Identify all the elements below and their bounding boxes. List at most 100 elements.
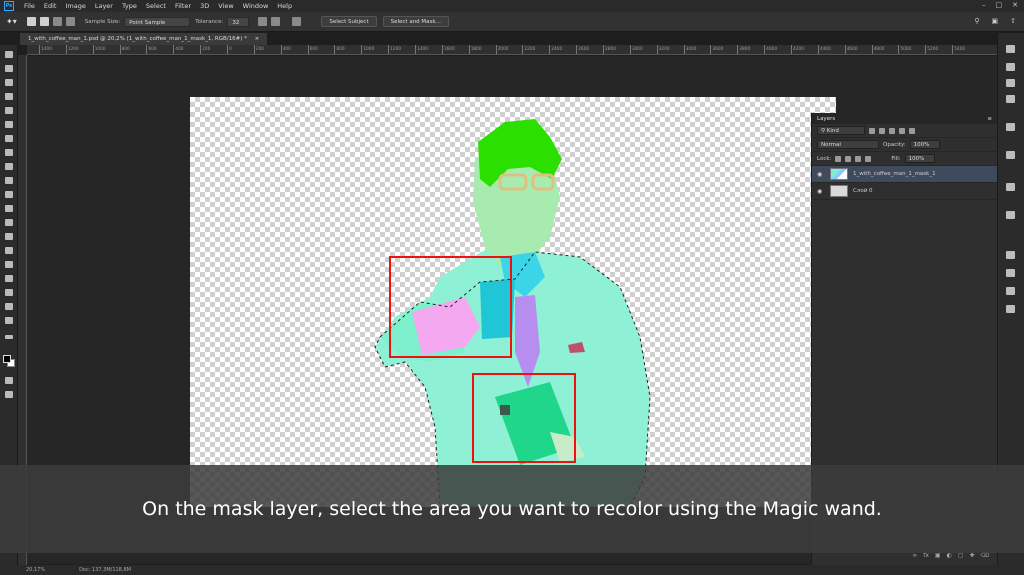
ruler-tick: 2200 (522, 45, 536, 54)
lock-transparent-icon[interactable] (835, 155, 842, 162)
ruler-tick: 800 (334, 45, 345, 54)
select-and-mask-button[interactable]: Select and Mask... (382, 16, 449, 27)
doc-size: Doc: 137,3M/118,8M (79, 567, 131, 573)
blend-mode-select[interactable]: Normal (817, 140, 879, 149)
menu-window[interactable]: Window (243, 2, 269, 10)
menu-image[interactable]: Image (65, 2, 85, 10)
menu-type[interactable]: Type (122, 2, 137, 10)
link-layers-icon[interactable]: ∞ (912, 552, 917, 559)
new-group-icon[interactable]: ▢ (958, 552, 964, 559)
fx-icon[interactable]: fx (923, 552, 929, 559)
fill-input[interactable]: 100% (904, 154, 935, 163)
tolerance-input[interactable]: 32 (227, 16, 250, 27)
move-tool-icon[interactable] (5, 51, 13, 58)
eyedropper-tool-icon[interactable] (5, 121, 13, 128)
lock-position-icon[interactable] (855, 155, 862, 162)
eraser-tool-icon[interactable] (5, 191, 13, 198)
menu-filter[interactable]: Filter (175, 2, 191, 10)
type-filter-icon[interactable] (889, 127, 895, 134)
close-icon[interactable]: ✕ (1012, 1, 1018, 9)
add-to-selection-icon[interactable] (39, 17, 49, 26)
kind-filter-select[interactable]: ⚲ Kind (817, 126, 865, 135)
channels-panel-icon[interactable] (1006, 269, 1015, 277)
shape-tool-icon[interactable] (5, 289, 13, 296)
pen-tool-icon[interactable] (5, 247, 13, 254)
magic-wand-preset-icon[interactable]: ✦▾ (6, 17, 17, 26)
menu-select[interactable]: Select (146, 2, 166, 10)
anti-alias-icon[interactable] (258, 17, 268, 26)
new-layer-icon[interactable]: ✚ (969, 552, 974, 559)
brush-tool-icon[interactable] (5, 149, 13, 156)
share-icon[interactable]: ⇧ (1010, 17, 1016, 25)
add-mask-icon[interactable]: ▣ (935, 552, 941, 559)
screen-mode-icon[interactable] (5, 391, 13, 398)
sample-size-select[interactable]: Point Sample (124, 16, 191, 27)
type-tool-icon[interactable] (5, 261, 13, 268)
lasso-tool-icon[interactable] (5, 79, 13, 86)
ruler-tick: 4800 (871, 45, 885, 54)
document-canvas[interactable] (190, 97, 836, 507)
search-icon[interactable]: ⚲ (974, 17, 979, 25)
contiguous-icon[interactable] (271, 17, 281, 26)
menu-bar: Ps File Edit Image Layer Type Select Fil… (0, 0, 1024, 12)
layer-row-mask[interactable]: ◉ 1_with_coffee_man_1_mask_1 (812, 166, 997, 183)
paragraph-panel-icon[interactable] (1006, 79, 1015, 87)
layers-panel-title[interactable]: Layers (817, 116, 835, 122)
smart-object-filter-icon[interactable] (909, 127, 915, 134)
lock-all-icon[interactable] (865, 155, 872, 162)
clone-stamp-tool-icon[interactable] (5, 163, 13, 170)
zoom-tool-icon[interactable] (5, 317, 13, 324)
pixel-filter-icon[interactable] (869, 127, 875, 134)
crop-tool-icon[interactable] (5, 107, 13, 114)
restore-icon[interactable]: □ (996, 1, 1003, 9)
adjustments-panel-icon[interactable] (1006, 211, 1015, 219)
lock-image-icon[interactable] (845, 155, 852, 162)
menu-layer[interactable]: Layer (95, 2, 113, 10)
layer-row-base[interactable]: ◉ Слой 0 (812, 183, 997, 200)
brush-settings-icon[interactable] (1006, 151, 1015, 159)
history-brush-tool-icon[interactable] (5, 177, 13, 184)
character-panel-icon[interactable] (1006, 63, 1015, 71)
hand-tool-icon[interactable] (5, 303, 13, 310)
adjustment-filter-icon[interactable] (879, 127, 885, 134)
healing-tool-icon[interactable] (5, 135, 13, 142)
dodge-tool-icon[interactable] (5, 233, 13, 240)
close-tab-icon[interactable]: × (255, 36, 260, 42)
delete-layer-icon[interactable]: ⌫ (981, 552, 989, 559)
document-tab[interactable]: 1_with_coffee_man_1.psd @ 20,2% (1_with_… (20, 33, 268, 45)
more-tools-icon[interactable] (5, 335, 13, 339)
subtract-selection-icon[interactable] (52, 17, 62, 26)
properties-panel-icon[interactable] (1006, 183, 1015, 191)
layers-dock-icon[interactable] (1006, 305, 1015, 313)
menu-edit[interactable]: Edit (44, 2, 57, 10)
gradient-tool-icon[interactable] (5, 205, 13, 212)
path-selection-tool-icon[interactable] (5, 275, 13, 282)
opacity-input[interactable]: 100% (909, 140, 940, 149)
shape-filter-icon[interactable] (899, 127, 905, 134)
history-panel-icon[interactable] (1006, 123, 1015, 131)
glyphs-panel-icon[interactable] (1006, 95, 1015, 103)
workspace-icon[interactable]: ▣ (992, 17, 999, 25)
paths-panel-icon[interactable] (1006, 287, 1015, 295)
menu-view[interactable]: View (218, 2, 233, 10)
menu-3d[interactable]: 3D (200, 2, 209, 10)
new-selection-icon[interactable] (26, 17, 36, 26)
quick-mask-icon[interactable] (5, 377, 13, 384)
magic-wand-tool-icon[interactable] (5, 93, 13, 100)
marquee-tool-icon[interactable] (5, 65, 13, 72)
dock-collapse-icon[interactable] (1006, 45, 1015, 53)
intersect-selection-icon[interactable] (65, 17, 75, 26)
visibility-eye-icon[interactable]: ◉ (817, 188, 825, 195)
zoom-level[interactable]: 20,17% (26, 565, 45, 575)
foreground-color-swatch[interactable] (3, 355, 11, 363)
minimize-icon[interactable]: – (982, 1, 986, 9)
sample-all-layers-icon[interactable] (292, 17, 302, 26)
select-subject-button[interactable]: Select Subject (321, 16, 377, 27)
blur-tool-icon[interactable] (5, 219, 13, 226)
libraries-panel-icon[interactable] (1006, 251, 1015, 259)
visibility-eye-icon[interactable]: ◉ (817, 171, 825, 178)
adjustment-layer-icon[interactable]: ◐ (947, 552, 952, 559)
menu-help[interactable]: Help (277, 2, 292, 10)
menu-file[interactable]: File (24, 2, 35, 10)
panel-menu-icon[interactable]: ≡ (987, 116, 992, 122)
